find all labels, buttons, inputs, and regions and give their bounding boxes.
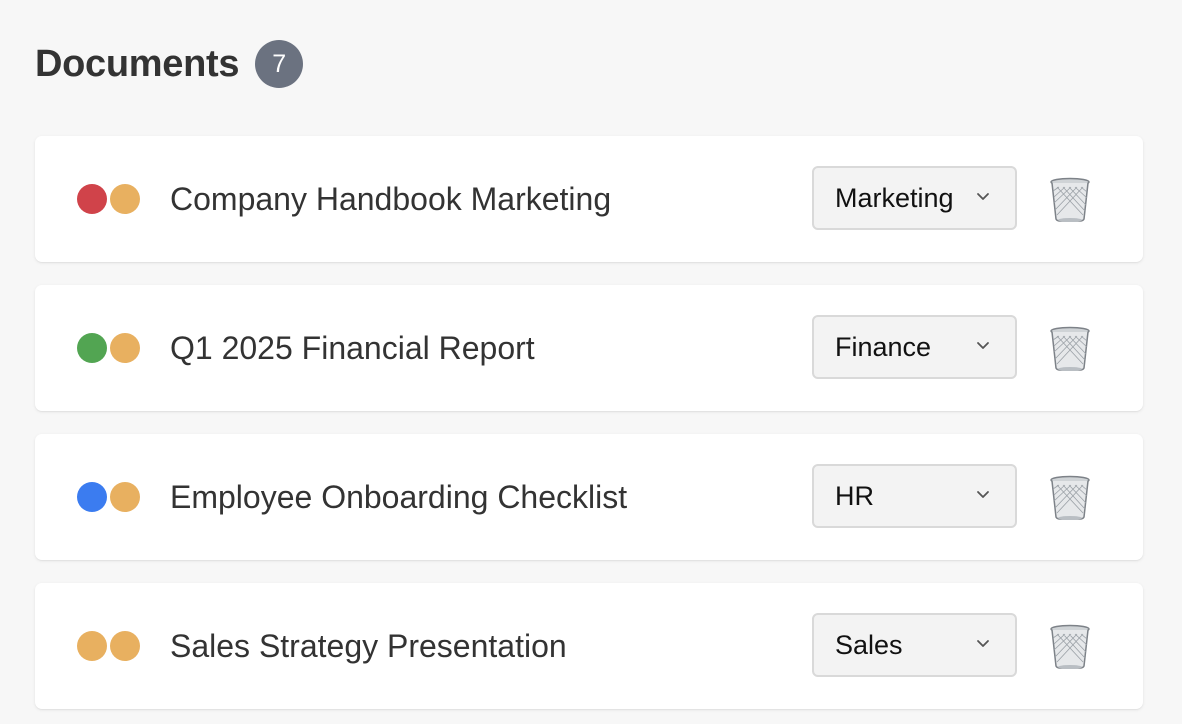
document-card-1: Q1 2025 Financial Report Finance	[35, 285, 1143, 411]
document-title: Q1 2025 Financial Report	[170, 330, 535, 366]
chevron-down-icon	[977, 342, 989, 349]
status-dot-secondary	[110, 631, 140, 661]
document-card-2: Employee Onboarding Checklist HR	[35, 434, 1143, 560]
status-dot-secondary	[110, 184, 140, 214]
department-select-value: Marketing	[835, 183, 954, 213]
status-indicators	[77, 333, 143, 363]
trash-icon[interactable]	[1048, 624, 1092, 670]
chevron-down-icon	[977, 640, 989, 647]
status-dot-secondary	[110, 333, 140, 363]
department-select[interactable]: HR	[812, 464, 1017, 528]
department-select-value: Finance	[835, 332, 932, 362]
trash-icon[interactable]	[1048, 177, 1092, 223]
status-indicators	[77, 184, 143, 214]
documents-page: Documents 7 Company Handbook Marketing M…	[0, 0, 1182, 724]
department-select-value: Sales	[835, 630, 903, 660]
document-card-3: Sales Strategy Presentation Sales	[35, 583, 1143, 709]
chevron-down-icon	[977, 193, 989, 200]
document-list: Company Handbook Marketing Marketing Q1 …	[35, 136, 1143, 724]
document-count-badge: 7	[255, 40, 304, 88]
department-select[interactable]: Marketing	[812, 166, 1017, 230]
document-title: Employee Onboarding Checklist	[170, 479, 628, 515]
trash-icon[interactable]	[1048, 475, 1092, 521]
trash-icon[interactable]	[1048, 326, 1092, 372]
document-title: Company Handbook Marketing	[170, 181, 612, 217]
status-indicators	[77, 631, 143, 661]
status-dot-secondary	[110, 482, 140, 512]
status-dot-primary	[77, 184, 107, 214]
page-title: Documents	[35, 42, 240, 85]
status-dot-primary	[77, 333, 107, 363]
department-select[interactable]: Sales	[812, 613, 1017, 677]
department-select[interactable]: Finance	[812, 315, 1017, 379]
document-title: Sales Strategy Presentation	[170, 628, 567, 664]
department-select-value: HR	[835, 481, 874, 511]
status-dot-primary	[77, 631, 107, 661]
document-card-0: Company Handbook Marketing Marketing	[35, 136, 1143, 262]
status-indicators	[77, 482, 143, 512]
status-dot-primary	[77, 482, 107, 512]
chevron-down-icon	[977, 491, 989, 498]
documents-header: Documents 7	[35, 38, 304, 90]
